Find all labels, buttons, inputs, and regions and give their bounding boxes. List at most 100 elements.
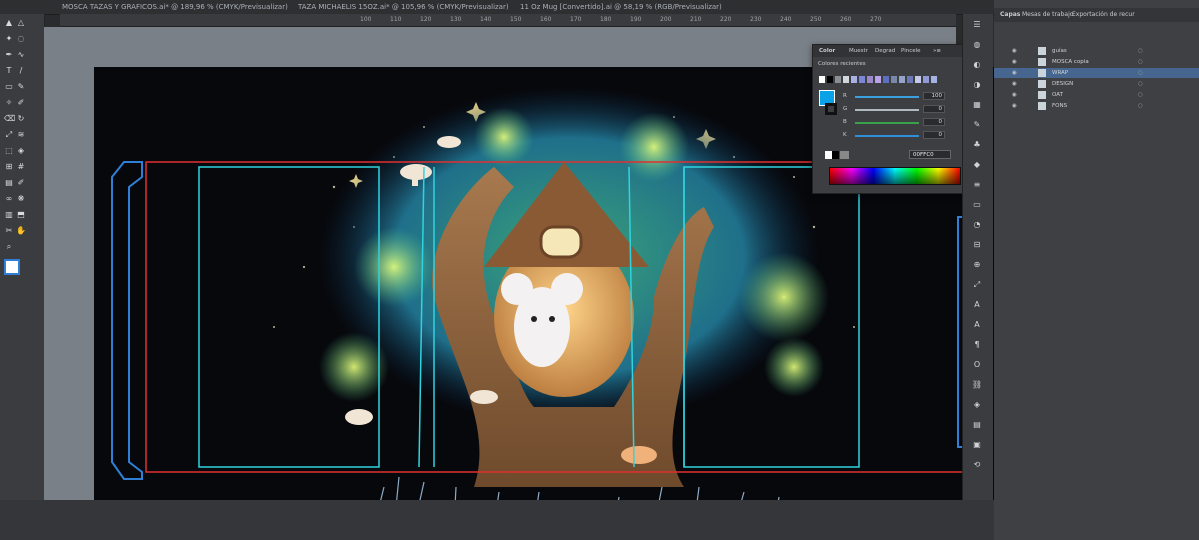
stroke-icon[interactable]: ≡ xyxy=(971,180,983,190)
color-swatch[interactable] xyxy=(931,76,937,83)
channel-value-field[interactable]: 0 xyxy=(923,118,945,126)
color-swatch[interactable] xyxy=(915,76,921,83)
eyedropper-icon[interactable]: ✐ xyxy=(16,178,26,187)
channel-slider[interactable]: R 100 xyxy=(843,92,963,101)
hand-icon[interactable]: ✋ xyxy=(16,226,26,235)
swatches-icon[interactable]: ▦ xyxy=(971,100,983,110)
image-trace-icon[interactable]: ◈ xyxy=(971,400,983,410)
line-icon[interactable]: / xyxy=(16,66,26,75)
slider-track[interactable] xyxy=(855,96,919,98)
layer-row[interactable]: ◉ OAT ○ xyxy=(994,90,1199,100)
pencil-icon[interactable]: ✐ xyxy=(16,98,26,107)
links-icon[interactable]: ⛓ xyxy=(971,380,983,390)
tab-swatches[interactable]: Muestr xyxy=(849,48,868,54)
width-icon[interactable]: ≋ xyxy=(16,130,26,139)
document-tab[interactable]: TAZA MICHAELIS 15OZ.ai* @ 105,96 % (CMYK… xyxy=(298,0,509,14)
color-swatch[interactable] xyxy=(899,76,905,83)
slice-icon[interactable]: ✂ xyxy=(4,226,14,235)
channel-value-field[interactable]: 0 xyxy=(923,105,945,113)
target-circle-icon[interactable]: ○ xyxy=(1138,68,1143,78)
target-circle-icon[interactable]: ○ xyxy=(1138,46,1143,56)
layers-icon[interactable]: ▤ xyxy=(971,420,983,430)
channel-value-field[interactable]: 100 xyxy=(923,92,945,100)
tab-brushes[interactable]: Pincele xyxy=(901,48,921,54)
color-swatch[interactable] xyxy=(867,76,873,83)
slider-track[interactable] xyxy=(855,109,919,111)
tab-artboards[interactable]: Mesas de trabajo xyxy=(1022,11,1073,18)
tab-layers[interactable]: Capas xyxy=(1000,11,1020,18)
color-swatch[interactable] xyxy=(907,76,913,83)
appearance-icon[interactable]: ◐ xyxy=(971,60,983,70)
history-icon[interactable]: ⟲ xyxy=(971,460,983,470)
tab-gradient[interactable]: Degrad xyxy=(875,48,895,54)
color-swatch[interactable] xyxy=(923,76,929,83)
target-circle-icon[interactable]: ○ xyxy=(1138,79,1143,89)
libraries-icon[interactable]: ◍ xyxy=(971,40,983,50)
slider-track[interactable] xyxy=(855,122,919,124)
fill-stroke-indicator[interactable] xyxy=(4,259,20,275)
visibility-eye-icon[interactable]: ◉ xyxy=(1012,68,1017,78)
color-spectrum[interactable] xyxy=(829,167,961,185)
transparency-icon[interactable]: ◔ xyxy=(971,220,983,230)
curvature-icon[interactable]: ∿ xyxy=(16,50,26,59)
character-icon[interactable]: A xyxy=(971,320,983,330)
type-icon[interactable]: T xyxy=(4,66,14,75)
channel-value-field[interactable]: 0 xyxy=(923,131,945,139)
color-swatch[interactable] xyxy=(891,76,897,83)
channel-slider[interactable]: G 0 xyxy=(843,105,963,114)
artboards-icon[interactable]: ▣ xyxy=(971,440,983,450)
color-guide-icon[interactable]: ◑ xyxy=(971,80,983,90)
brushes-icon[interactable]: ✎ xyxy=(971,120,983,130)
lasso-icon[interactable]: ◌ xyxy=(16,34,26,43)
visibility-eye-icon[interactable]: ◉ xyxy=(1012,57,1017,67)
visibility-eye-icon[interactable]: ◉ xyxy=(1012,46,1017,56)
color-swatch[interactable] xyxy=(827,76,833,83)
color-swatch[interactable] xyxy=(819,76,825,83)
document-tab[interactable]: MOSCA TAZAS Y GRAFICOS.ai* @ 189,96 % (C… xyxy=(62,0,288,14)
slider-track[interactable] xyxy=(855,135,919,137)
color-swatch[interactable] xyxy=(883,76,889,83)
selection-icon[interactable]: ▲ xyxy=(4,18,14,27)
properties-icon[interactable]: ☰ xyxy=(971,20,983,30)
free-transform-icon[interactable]: ⬚ xyxy=(4,146,14,155)
pen-icon[interactable]: ✒ xyxy=(4,50,14,59)
paintbrush-icon[interactable]: ✎ xyxy=(16,82,26,91)
layer-row[interactable]: ◉ guías ○ xyxy=(994,46,1199,56)
shaper-icon[interactable]: ✧ xyxy=(4,98,14,107)
color-swatch[interactable] xyxy=(859,76,865,83)
paragraph-icon[interactable]: ¶ xyxy=(971,340,983,350)
rotate-icon[interactable]: ↻ xyxy=(16,114,26,123)
none-black-white-swatches[interactable] xyxy=(825,151,849,159)
mesh-icon[interactable]: # xyxy=(16,162,26,171)
visibility-eye-icon[interactable]: ◉ xyxy=(1012,90,1017,100)
layer-row[interactable]: ◉ WRAP ○ xyxy=(994,68,1199,78)
layer-row[interactable]: ◉ FONS ○ xyxy=(994,101,1199,111)
magic-wand-icon[interactable]: ✦ xyxy=(4,34,14,43)
artboard-icon[interactable]: ⬒ xyxy=(16,210,26,219)
eraser-icon[interactable]: ⌫ xyxy=(4,114,15,123)
scale-icon[interactable]: ⤢ xyxy=(4,130,14,139)
target-circle-icon[interactable]: ○ xyxy=(1138,57,1143,67)
target-circle-icon[interactable]: ○ xyxy=(1138,101,1143,111)
opentype-icon[interactable]: O xyxy=(971,360,983,370)
horizontal-ruler[interactable]: 100 110 120 130 140 150 160 170 180 190 200 210 220 2… xyxy=(60,14,956,27)
transform-icon[interactable]: ⤢ xyxy=(971,280,983,290)
layer-row[interactable]: ◉ DESIGN ○ xyxy=(994,79,1199,89)
gradient-icon[interactable]: ▭ xyxy=(971,200,983,210)
document-tab[interactable]: 11 Oz Mug [Convertido].ai @ 58,19 % (RGB… xyxy=(520,0,722,14)
color-swatch[interactable] xyxy=(851,76,857,83)
gradient-icon[interactable]: ▤ xyxy=(4,178,14,187)
align-icon[interactable]: ⊟ xyxy=(971,240,983,250)
perspective-icon[interactable]: ⊞ xyxy=(4,162,14,171)
rectangle-icon[interactable]: ▭ xyxy=(4,82,14,91)
graph-icon[interactable]: ▥ xyxy=(4,210,14,219)
tab-asset-export[interactable]: Exportación de recur xyxy=(1072,11,1135,18)
color-swatch[interactable] xyxy=(843,76,849,83)
panel-menu-icon[interactable]: »≡ xyxy=(933,48,941,54)
stroke-swatch[interactable] xyxy=(825,103,837,115)
blend-icon[interactable]: ∞ xyxy=(4,194,14,203)
layer-row[interactable]: ◉ MOSCA copia ○ xyxy=(994,57,1199,67)
channel-slider[interactable]: K 0 xyxy=(843,131,963,140)
color-swatch[interactable] xyxy=(875,76,881,83)
visibility-eye-icon[interactable]: ◉ xyxy=(1012,79,1017,89)
